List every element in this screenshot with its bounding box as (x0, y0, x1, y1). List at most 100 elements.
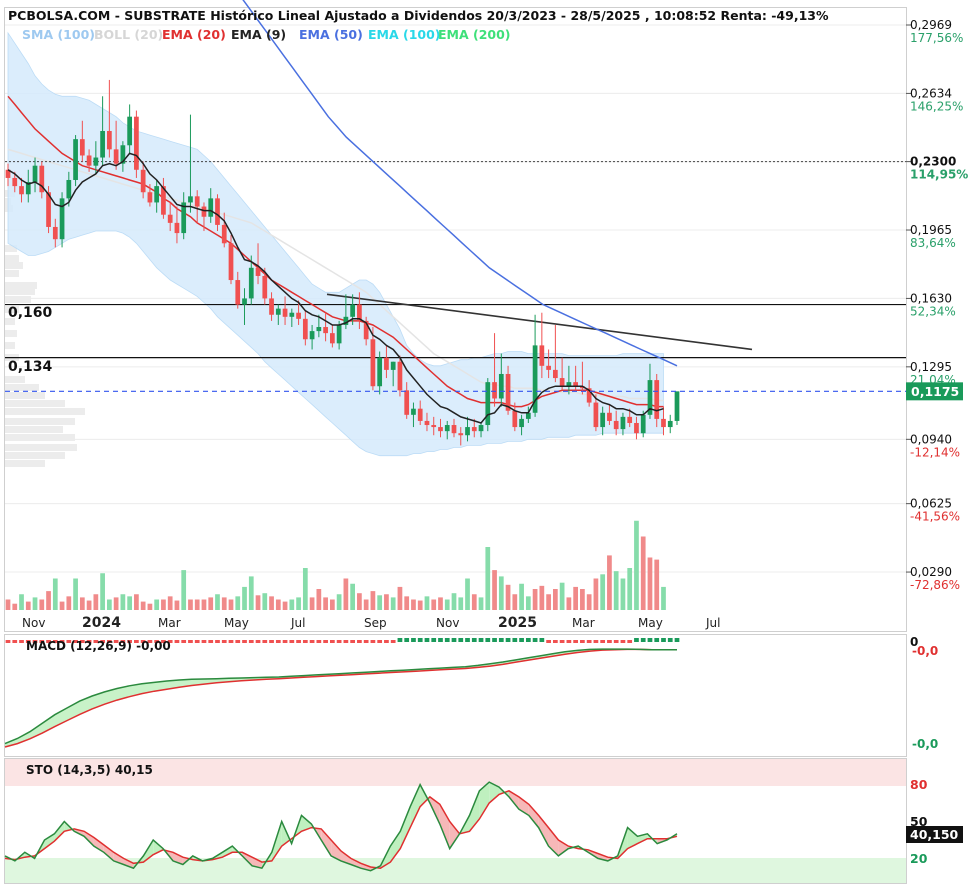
price-tick-label: 0,2634 (910, 86, 952, 100)
volume-bar (357, 593, 362, 610)
candle-body (12, 177, 18, 187)
volume-bar (309, 597, 315, 610)
profile-bar (5, 434, 75, 441)
candle-body (275, 308, 281, 315)
price-axis: 0,2969177,56% 0,2634146,25% 0,2300114,95% 0… (906, 18, 968, 592)
price-tick-label: 0,1295 (910, 360, 952, 374)
last-price-badge: 0,1175 (906, 382, 963, 401)
last-price-value: 0,1175 (911, 384, 959, 399)
volume-bar (100, 573, 105, 610)
candle-body (444, 425, 450, 432)
macd-histogram-bar (188, 640, 193, 643)
volume-bar (32, 597, 38, 610)
candle-body (350, 304, 356, 317)
candle-body (404, 390, 410, 415)
candle-body (539, 345, 545, 366)
macd-histogram-bar (282, 640, 288, 643)
candle-body (384, 357, 389, 370)
candle-body (417, 408, 423, 421)
volume-bar (525, 596, 531, 610)
candle (73, 135, 78, 187)
candle-body (147, 192, 153, 203)
volume-bar (438, 597, 443, 610)
macd-histogram-bar (242, 640, 247, 643)
price-tick-label: 0,0940 (910, 432, 952, 446)
time-tick-label: Jul (705, 616, 720, 630)
candle-body (667, 420, 673, 428)
volume-bar (411, 599, 416, 610)
volume-bar (188, 599, 193, 610)
percent-tick-label: 146,25% (910, 99, 963, 113)
volume-bar (181, 570, 187, 610)
candle-body (370, 339, 376, 387)
volume-bar (390, 597, 396, 610)
candle-body (174, 222, 180, 234)
volume-bar (539, 585, 545, 610)
macd-histogram-bar (559, 640, 565, 643)
volume-bar (478, 597, 484, 610)
candle-body (397, 361, 403, 391)
macd-histogram-bar (438, 638, 443, 642)
volume-bar (654, 559, 660, 610)
candle (674, 391, 680, 426)
volume-bar (161, 599, 166, 610)
price-tick-label: 0,2969 (910, 18, 952, 32)
candle (100, 96, 105, 166)
volume-bar (566, 597, 572, 610)
profile-bar (5, 418, 75, 425)
macd-histogram-bar (607, 640, 612, 643)
macd-histogram-bar (289, 640, 295, 643)
macd-histogram-bar (451, 638, 457, 642)
macd-histogram-bar (613, 640, 619, 643)
macd-histogram-bar (674, 638, 680, 642)
macd-histogram-bar (370, 640, 376, 643)
volume-bar (505, 584, 511, 610)
volume-bar (282, 601, 288, 610)
time-tick-label: Mar (572, 616, 595, 630)
candle (667, 414, 673, 434)
profile-bar (5, 296, 31, 303)
macd-panel (4, 638, 680, 748)
macd-histogram-bar (12, 640, 18, 643)
macd-histogram-bar (181, 640, 187, 643)
candle-body (201, 206, 207, 217)
macd-histogram-bar (519, 638, 524, 642)
macd-histogram-bar (471, 638, 477, 642)
candle-body (235, 280, 241, 305)
volume-bar (269, 596, 274, 610)
volume-bar (262, 593, 268, 610)
volume-bar (546, 594, 551, 610)
sto-fill (390, 831, 401, 863)
candle-body (296, 312, 301, 319)
sto-last-value: 40,150 (910, 827, 959, 842)
candle-body (559, 378, 565, 387)
macd-tick-low: -0,0 (912, 737, 938, 751)
candle-body (113, 149, 119, 164)
volume-bar (620, 578, 626, 610)
time-tick-label: 2024 (82, 615, 121, 631)
profile-bar (5, 342, 15, 349)
volume-bar (600, 574, 606, 610)
candle-body (309, 331, 315, 340)
volume-bar (573, 586, 579, 610)
price-tick-label: 0,2300 (910, 155, 956, 169)
volume-bar (296, 597, 301, 610)
candle-body (282, 308, 288, 317)
price-tick-label: 0,0290 (910, 565, 952, 579)
level-label-0134: 0,134 (8, 359, 53, 375)
macd-histogram-bar (323, 640, 328, 643)
candle-body (634, 422, 639, 434)
volume-bar (343, 578, 349, 610)
sto-label: STO (14,3,5) 40,15 (26, 763, 153, 777)
candle-body (289, 312, 295, 317)
candle-body (316, 327, 322, 332)
time-axis: Nov 2024 Mar May Jul Sep Nov 2025 Mar May Jul (22, 615, 720, 631)
macd-histogram-bar (248, 640, 254, 643)
macd-histogram-bar (424, 638, 430, 642)
volume-bar (79, 597, 85, 610)
macd-histogram-bar (262, 640, 268, 643)
volume-bar (336, 594, 342, 610)
candle-body (478, 425, 484, 432)
macd-histogram-bar (174, 640, 180, 643)
percent-tick-label: -72,86% (910, 578, 960, 592)
